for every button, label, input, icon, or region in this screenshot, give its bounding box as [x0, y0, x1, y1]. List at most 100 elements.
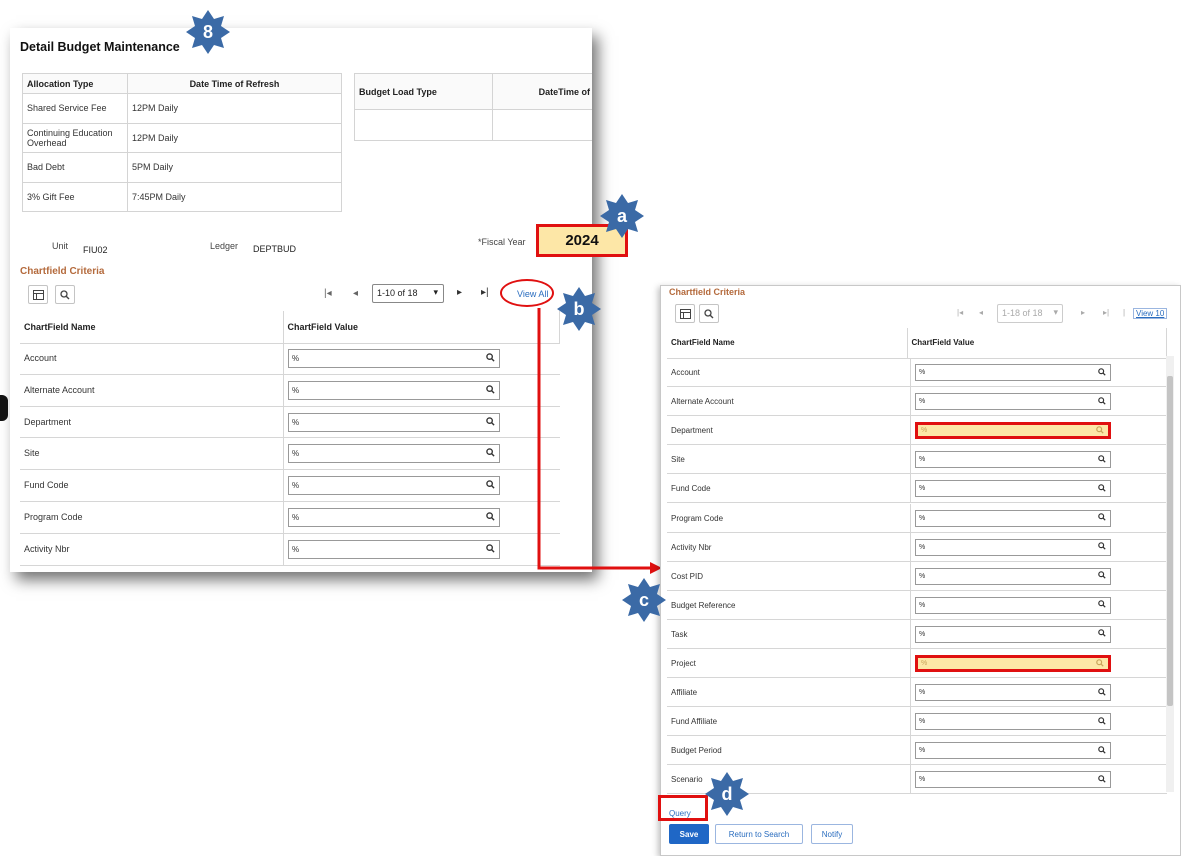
save-button[interactable]: Save [669, 824, 709, 844]
chartfield-name: Budget Reference [671, 600, 736, 610]
chevron-down-icon: ▾ [1053, 307, 1058, 317]
column-divider [910, 619, 911, 649]
lookup-icon[interactable] [1098, 716, 1106, 727]
table-row: Fund Affiliate% [667, 707, 1167, 737]
vertical-scrollbar[interactable] [1166, 356, 1174, 792]
column-divider [910, 707, 911, 737]
chartfield-value-input[interactable]: % [915, 509, 1111, 527]
chartfield-name: Scenario [671, 775, 703, 785]
row-range-select[interactable]: 1-18 of 18 ▾ [997, 304, 1063, 323]
chartfield-value-input[interactable]: % [915, 393, 1111, 411]
column-divider [910, 765, 911, 795]
lookup-icon[interactable] [1098, 745, 1106, 756]
chartfield-value-input[interactable]: % [915, 538, 1111, 556]
step-c-callout: c [622, 578, 666, 622]
lookup-icon[interactable] [1098, 484, 1106, 494]
chartfield-value-input[interactable]: % [915, 364, 1111, 381]
chartfield-name: Affiliate [671, 688, 698, 698]
table-row: Account% [667, 358, 1167, 388]
chartfield-value: % [919, 572, 926, 580]
table-row: Activity Nbr% [667, 532, 1167, 562]
chartfield-value-input[interactable]: % [915, 480, 1111, 498]
last-page-icon[interactable]: ▸| [1103, 308, 1109, 317]
table-row: Budget Reference% [667, 590, 1167, 620]
lookup-icon[interactable] [1098, 396, 1106, 407]
chartfield-value: % [919, 456, 926, 464]
column-divider [910, 358, 911, 388]
chartfield-name: Task [671, 629, 688, 639]
chartfield-value: % [919, 689, 926, 697]
lookup-icon[interactable] [1098, 454, 1106, 465]
chartfield-value: % [921, 427, 928, 435]
chartfield-value-input[interactable]: % [915, 422, 1111, 440]
chartfield-value-input[interactable]: % [915, 567, 1111, 585]
chartfield-value: % [919, 369, 926, 376]
lookup-icon[interactable] [1098, 687, 1106, 698]
lookup-icon[interactable] [1098, 600, 1106, 610]
chartfield-name: Alternate Account [671, 397, 734, 407]
chartfield-value: % [919, 514, 926, 522]
chartfield-value-input[interactable]: % [915, 742, 1111, 760]
column-divider [910, 590, 911, 620]
edge-marker [0, 395, 8, 421]
column-divider [910, 474, 911, 504]
grid-settings-icon[interactable] [675, 304, 695, 323]
table-row: Budget Period% [667, 736, 1167, 766]
chartfield-value-input[interactable]: % [915, 713, 1111, 731]
chartfield-value-input[interactable]: % [915, 625, 1111, 643]
lookup-icon[interactable] [1098, 367, 1106, 378]
chartfield-value-header: ChartField Value [907, 328, 1167, 359]
notify-button[interactable]: Notify [811, 824, 853, 844]
chartfield-value: % [921, 660, 928, 667]
lookup-icon[interactable] [1098, 513, 1106, 523]
column-divider [910, 649, 911, 679]
lookup-icon[interactable] [1098, 542, 1106, 552]
lookup-icon[interactable] [1098, 775, 1106, 785]
view-10-link[interactable]: View 10 [1133, 308, 1168, 319]
chartfield-value: % [919, 630, 926, 638]
step-a-callout: a [600, 194, 644, 238]
chartfield-value: % [919, 601, 926, 609]
table-row: Site% [667, 445, 1167, 475]
chartfield-name: Account [671, 368, 700, 377]
chartfield-value: % [919, 718, 926, 726]
table-row: Task% [667, 619, 1167, 649]
search-icon[interactable] [699, 304, 719, 323]
chartfield-criteria-title-cropped: Chartfield Criteria [669, 287, 746, 297]
step-d-callout: d [705, 772, 749, 816]
table-row: Program Code% [667, 503, 1167, 533]
lookup-icon[interactable] [1098, 571, 1106, 581]
first-page-icon[interactable]: |◂ [957, 308, 963, 317]
prev-page-icon[interactable]: ◂ [979, 308, 983, 317]
step-b-callout: b [557, 287, 601, 331]
chartfield-value-input[interactable]: % [915, 771, 1111, 789]
chartfield-name-header: ChartField Name [667, 328, 908, 359]
callout-label: 8 [202, 21, 213, 42]
expanded-chartfield-panel: Chartfield Criteria |◂ ◂ 1-18 of 18 ▾ ▸ ▸… [660, 285, 1181, 856]
callout-label: d [721, 783, 733, 804]
lookup-icon[interactable] [1096, 658, 1104, 669]
query-highlight [658, 795, 708, 821]
return-to-search-button[interactable]: Return to Search [715, 824, 803, 844]
chartfield-value-input[interactable]: % [915, 684, 1111, 702]
lookup-icon[interactable] [1098, 629, 1106, 639]
chartfield-name: Project [671, 659, 696, 668]
row-range-label: 1-18 of 18 [1002, 308, 1043, 318]
chartfield-value-input[interactable]: % [915, 451, 1111, 469]
scrollbar-thumb[interactable] [1167, 376, 1173, 706]
chartfield-value: % [919, 398, 926, 406]
chartfield-name: Activity Nbr [671, 542, 712, 552]
callout-label: c [638, 589, 649, 610]
callout-label: a [616, 205, 627, 226]
next-page-icon[interactable]: ▸ [1081, 308, 1085, 317]
chartfield-value-input[interactable]: % [915, 655, 1111, 672]
chartfield-name: Cost PID [671, 571, 704, 581]
column-divider [910, 387, 911, 417]
table-row: Department% [667, 416, 1167, 446]
chartfield-value-input[interactable]: % [915, 596, 1111, 614]
lookup-icon[interactable] [1096, 425, 1104, 436]
table-row: Fund Code% [667, 474, 1167, 504]
chartfield-name: Department [671, 426, 713, 436]
chartfield-value: % [919, 543, 926, 551]
chartfield-name: Fund Affiliate [671, 717, 718, 727]
